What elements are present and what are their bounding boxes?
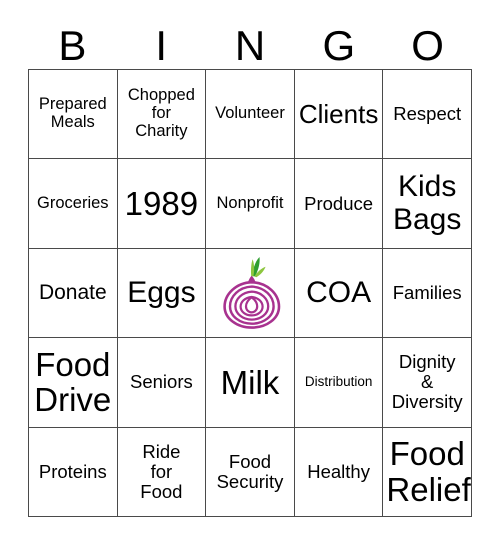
bingo-cell-label: Volunteer — [215, 104, 285, 123]
bingo-cell-label: Clients — [298, 99, 379, 130]
bingo-cell-n3-free-space[interactable] — [206, 248, 295, 339]
onion-icon — [223, 256, 281, 329]
bingo-cell-label: Produce — [304, 192, 374, 214]
bingo-cell-label: 1989 — [124, 184, 199, 222]
bingo-cell-g4[interactable]: Distribution — [294, 338, 384, 428]
header-letter-b: B — [58, 22, 87, 69]
bingo-cell-n2[interactable]: Nonprofit — [206, 159, 295, 249]
bingo-cell-o3[interactable]: Families — [383, 248, 472, 339]
bingo-cell-g2[interactable]: Produce — [294, 159, 384, 249]
bingo-cell-g1[interactable]: Clients — [294, 70, 384, 160]
bingo-cell-label: Ride for Food — [140, 440, 183, 502]
bingo-cell-label: Proteins — [38, 460, 107, 482]
bingo-cell-label: Distribution — [304, 374, 373, 390]
bingo-cell-o5[interactable]: Food Relief — [383, 427, 472, 517]
header-letter-n: N — [234, 22, 266, 69]
bingo-cell-i1[interactable]: Chopped for Charity — [117, 70, 207, 160]
bingo-cell-label: COA — [306, 275, 372, 309]
bingo-cell-n5[interactable]: Food Security — [206, 427, 295, 517]
bingo-cell-b1[interactable]: Prepared Meals — [29, 70, 118, 160]
bingo-cell-label: Nonprofit — [216, 193, 284, 212]
bingo-cell-label: Prepared Meals — [38, 95, 107, 132]
bingo-cell-label: Families — [392, 282, 462, 303]
bingo-cell-label: Food Drive — [34, 345, 112, 419]
bingo-cell-b2[interactable]: Groceries — [29, 159, 118, 249]
bingo-cell-label: Eggs — [127, 275, 196, 309]
bingo-cell-label: Seniors — [130, 371, 193, 393]
bingo-cell-label: Chopped for Charity — [127, 86, 195, 141]
bingo-cell-b3[interactable]: Donate — [29, 248, 118, 339]
bingo-cell-label: Dignity & Diversity — [391, 351, 463, 413]
bingo-cell-o4[interactable]: Dignity & Diversity — [383, 338, 472, 428]
bingo-cell-i4[interactable]: Seniors — [117, 338, 207, 428]
bingo-card: B I N G O Prepared Meals Chopped for Cha… — [0, 0, 500, 544]
bingo-cell-o2[interactable]: Kids Bags — [383, 159, 472, 249]
bingo-header: B I N G O — [28, 12, 472, 69]
bingo-cell-label: Donate — [38, 280, 107, 304]
bingo-cell-label: Respect — [393, 103, 462, 125]
bingo-cell-i3[interactable]: Eggs — [117, 248, 207, 339]
bingo-cell-label: Groceries — [37, 193, 109, 212]
bingo-cell-label: Food Security — [216, 450, 284, 492]
header-letter-o: O — [411, 22, 444, 69]
bingo-cell-label: Food Relief — [386, 435, 471, 508]
bingo-cell-label: Healthy — [307, 460, 370, 482]
bingo-cell-g3[interactable]: COA — [294, 248, 384, 339]
bingo-grid: Prepared Meals Chopped for Charity Volun… — [28, 69, 472, 517]
bingo-cell-n1[interactable]: Volunteer — [206, 70, 295, 160]
bingo-cell-b4[interactable]: Food Drive — [29, 338, 118, 428]
bingo-cell-b5[interactable]: Proteins — [29, 427, 118, 517]
bingo-cell-label: Kids Bags — [392, 170, 462, 236]
bingo-cell-i5[interactable]: Ride for Food — [117, 427, 207, 517]
bingo-cell-i2[interactable]: 1989 — [117, 159, 207, 249]
header-letter-g: G — [322, 22, 356, 69]
header-letter-i: I — [155, 22, 168, 69]
bingo-cell-g5[interactable]: Healthy — [294, 427, 384, 517]
bingo-cell-label: Milk — [220, 363, 280, 401]
bingo-cell-n4[interactable]: Milk — [206, 338, 295, 428]
bingo-cell-o1[interactable]: Respect — [383, 70, 472, 160]
